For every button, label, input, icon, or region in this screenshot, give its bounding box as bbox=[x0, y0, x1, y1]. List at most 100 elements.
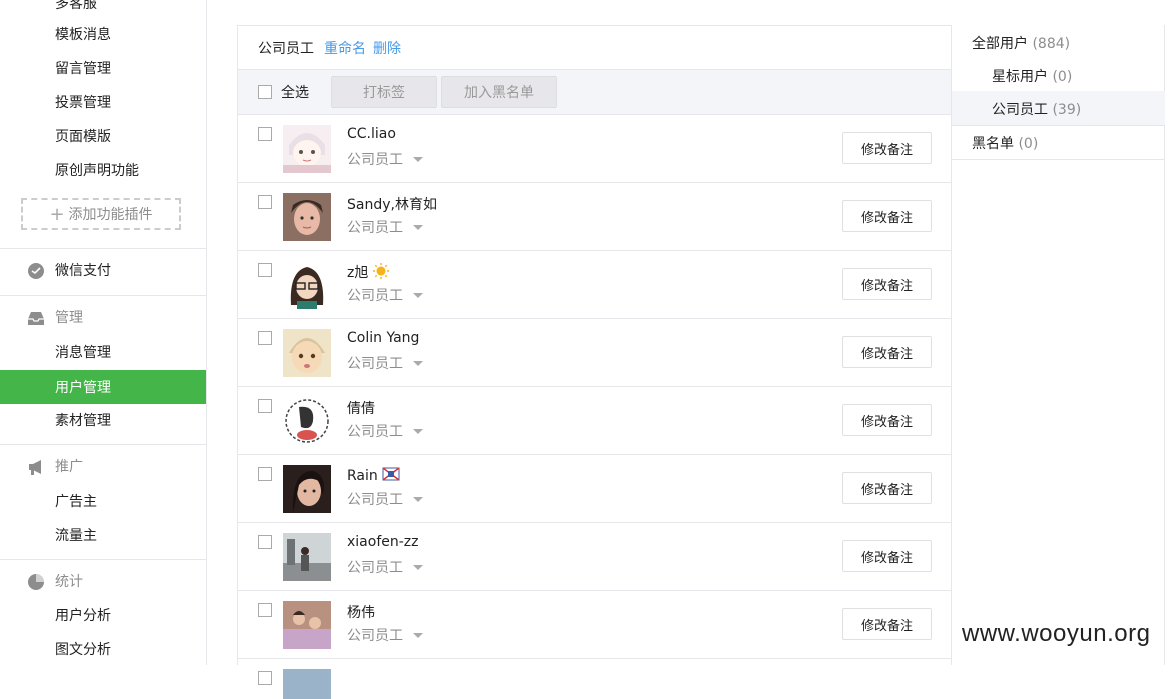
caret-down-icon bbox=[413, 496, 423, 502]
groups-panel: 全部用户 (884) 星标用户 (0) 公司员工 (39) 黑名单 (0) bbox=[952, 25, 1165, 665]
user-group-dropdown[interactable]: 公司员工 bbox=[347, 149, 423, 169]
user-checkbox[interactable] bbox=[258, 263, 272, 277]
rename-link[interactable]: 重命名 bbox=[324, 38, 366, 58]
group-staff-label: 公司员工 bbox=[992, 102, 1048, 118]
avatar bbox=[283, 329, 331, 377]
flag-emoji-icon bbox=[382, 467, 400, 481]
group-black-count: (0) bbox=[1018, 136, 1039, 152]
user-group-label: 公司员工 bbox=[347, 628, 403, 644]
user-checkbox[interactable] bbox=[258, 467, 272, 481]
user-name-text: z旭 bbox=[347, 265, 369, 281]
sidebar-item-publisher[interactable]: 流量主 bbox=[55, 526, 97, 546]
sidebar-item-user-analysis[interactable]: 用户分析 bbox=[55, 606, 111, 626]
sidebar-item-wechat-pay[interactable]: 微信支付 bbox=[27, 261, 111, 281]
sidebar-section-manage: 管理 bbox=[27, 308, 83, 328]
user-row: Sandy,林育如 公司员工 修改备注 bbox=[238, 183, 951, 251]
user-group-dropdown[interactable]: 公司员工 bbox=[347, 489, 423, 509]
group-star-users[interactable]: 星标用户 (0) bbox=[992, 66, 1072, 86]
sidebar-section-stats: 统计 bbox=[27, 572, 83, 592]
user-group-dropdown[interactable]: 公司员工 bbox=[347, 421, 423, 441]
sidebar-item-message-management[interactable]: 消息管理 bbox=[55, 343, 111, 363]
user-checkbox[interactable] bbox=[258, 671, 272, 685]
user-checkbox[interactable] bbox=[258, 399, 272, 413]
user-row: CC.liao 公司员工 修改备注 bbox=[238, 115, 951, 183]
caret-down-icon bbox=[413, 156, 423, 162]
user-name[interactable]: CC.liao bbox=[347, 126, 396, 142]
sidebar-promote-label: 推广 bbox=[55, 459, 83, 475]
edit-remark-button[interactable]: 修改备注 bbox=[842, 268, 932, 300]
user-name[interactable]: Colin Yang bbox=[347, 330, 419, 346]
user-checkbox[interactable] bbox=[258, 331, 272, 345]
select-all-checkbox[interactable] bbox=[258, 85, 272, 99]
sidebar-pay-label: 微信支付 bbox=[55, 263, 111, 279]
user-name[interactable]: 杨伟 bbox=[347, 602, 375, 622]
edit-remark-button[interactable]: 修改备注 bbox=[842, 404, 932, 436]
user-name[interactable]: z旭 bbox=[347, 262, 389, 282]
pie-chart-icon bbox=[28, 574, 44, 590]
delete-link[interactable]: 删除 bbox=[373, 38, 401, 58]
edit-remark-button[interactable]: 修改备注 bbox=[842, 132, 932, 164]
user-group-label: 公司员工 bbox=[347, 424, 403, 440]
user-group-dropdown[interactable]: 公司员工 bbox=[347, 353, 423, 373]
avatar bbox=[283, 125, 331, 173]
sidebar-item-article-analysis[interactable]: 图文分析 bbox=[55, 640, 111, 660]
group-blacklist[interactable]: 黑名单 (0) bbox=[972, 133, 1038, 153]
sidebar-item-page-template[interactable]: 页面模版 bbox=[55, 127, 111, 147]
user-checkbox[interactable] bbox=[258, 603, 272, 617]
edit-remark-button[interactable]: 修改备注 bbox=[842, 608, 932, 640]
plus-icon: + bbox=[49, 203, 65, 225]
sidebar-manage-label: 管理 bbox=[55, 310, 83, 326]
user-group-dropdown[interactable]: 公司员工 bbox=[347, 217, 423, 237]
edit-remark-button[interactable]: 修改备注 bbox=[842, 200, 932, 232]
edit-remark-button[interactable]: 修改备注 bbox=[842, 336, 932, 368]
sidebar-item-material-management[interactable]: 素材管理 bbox=[55, 411, 111, 431]
caret-down-icon bbox=[413, 292, 423, 298]
user-group-dropdown[interactable]: 公司员工 bbox=[347, 285, 423, 305]
divider bbox=[0, 248, 206, 249]
add-plugin-button[interactable]: + 添加功能插件 bbox=[21, 198, 181, 230]
tag-button[interactable]: 打标签 bbox=[331, 76, 437, 108]
user-name[interactable]: Rain bbox=[347, 466, 400, 484]
user-row: xiaofen-zz 公司员工 修改备注 bbox=[238, 523, 951, 591]
user-row: Colin Yang 公司员工 修改备注 bbox=[238, 319, 951, 387]
sidebar: 多客服 模板消息 留言管理 投票管理 页面模版 原创声明功能 + 添加功能插件 … bbox=[0, 0, 207, 665]
user-checkbox[interactable] bbox=[258, 195, 272, 209]
user-name[interactable]: Sandy,林育如 bbox=[347, 194, 437, 214]
user-name-text: Rain bbox=[347, 468, 378, 484]
user-group-dropdown[interactable]: 公司员工 bbox=[347, 625, 423, 645]
user-checkbox[interactable] bbox=[258, 535, 272, 549]
avatar bbox=[283, 669, 331, 699]
user-group-dropdown[interactable]: 公司员工 bbox=[347, 557, 423, 577]
sidebar-item-user-management[interactable]: 用户管理 bbox=[0, 370, 206, 404]
watermark-text: www.wooyun.org bbox=[962, 620, 1151, 647]
user-checkbox[interactable] bbox=[258, 127, 272, 141]
sidebar-section-promote: 推广 bbox=[27, 457, 83, 477]
sidebar-item-customer-service[interactable]: 多客服 bbox=[55, 0, 97, 14]
edit-remark-button[interactable]: 修改备注 bbox=[842, 472, 932, 504]
group-all-label: 全部用户 bbox=[972, 36, 1028, 52]
sidebar-item-advertiser[interactable]: 广告主 bbox=[55, 492, 97, 512]
user-group-label: 公司员工 bbox=[347, 152, 403, 168]
edit-remark-button[interactable]: 修改备注 bbox=[842, 540, 932, 572]
avatar bbox=[283, 261, 331, 309]
user-name[interactable]: 倩倩 bbox=[347, 398, 375, 418]
group-company-staff[interactable]: 公司员工 (39) bbox=[992, 99, 1081, 119]
group-all-users[interactable]: 全部用户 (884) bbox=[972, 33, 1070, 53]
group-header: 公司员工 重命名 删除 bbox=[238, 26, 951, 69]
caret-down-icon bbox=[413, 360, 423, 366]
avatar bbox=[283, 465, 331, 513]
inbox-icon bbox=[28, 312, 44, 325]
sidebar-stats-label: 统计 bbox=[55, 574, 83, 590]
user-group-label: 公司员工 bbox=[347, 560, 403, 576]
user-group-label: 公司员工 bbox=[347, 288, 403, 304]
group-all-count: (884) bbox=[1032, 36, 1071, 52]
sidebar-item-original-statement[interactable]: 原创声明功能 bbox=[55, 161, 139, 181]
user-name[interactable]: xiaofen-zz bbox=[347, 534, 418, 550]
add-to-blacklist-button[interactable]: 加入黑名单 bbox=[441, 76, 557, 108]
user-row: 杨伟 公司员工 修改备注 bbox=[238, 591, 951, 659]
sidebar-item-comment-management[interactable]: 留言管理 bbox=[55, 59, 111, 79]
sun-emoji-icon bbox=[372, 263, 389, 279]
sidebar-item-template-message[interactable]: 模板消息 bbox=[55, 25, 111, 45]
sidebar-item-vote-management[interactable]: 投票管理 bbox=[55, 93, 111, 113]
group-title: 公司员工 bbox=[258, 40, 314, 57]
